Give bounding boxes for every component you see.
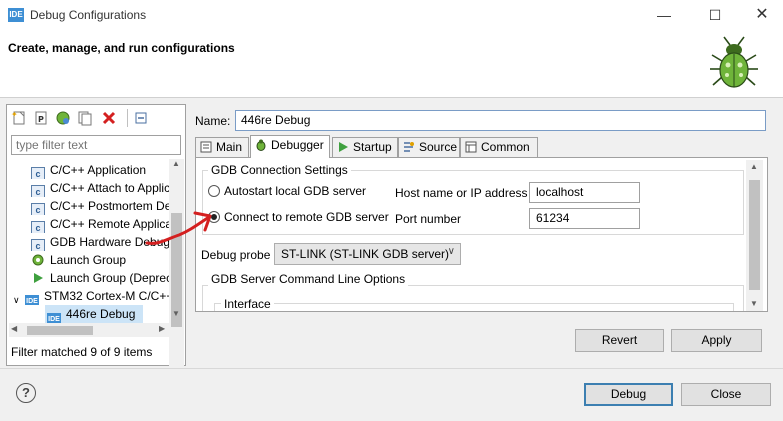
footer-divider (0, 368, 783, 369)
gdb-connection-legend: GDB Connection Settings (208, 163, 351, 177)
radio-icon[interactable] (208, 185, 220, 197)
duplicate-icon[interactable] (77, 110, 93, 126)
tree-horizontal-scrollbar[interactable]: ◀ ▶ (9, 323, 171, 337)
maximize-button[interactable]: ☐ (705, 6, 725, 24)
port-input[interactable]: 61234 (529, 208, 640, 229)
tree-item-launch-group-deprecated[interactable]: Launch Group (Deprecated) (31, 269, 169, 287)
toolbar-divider (127, 109, 128, 127)
header-banner: Create, manage, and run configurations (0, 31, 783, 98)
tab-main[interactable]: Main (195, 137, 249, 157)
chevron-down-icon[interactable]: ∨ (13, 293, 23, 305)
tree-item-cpp-application[interactable]: c C/C++ Application (31, 161, 169, 179)
debugger-tab-content: GDB Connection Settings Autostart local … (195, 157, 768, 312)
scroll-down-icon[interactable]: ▼ (750, 299, 758, 308)
bug-icon (255, 139, 267, 151)
debug-bug-icon (710, 36, 758, 88)
scroll-down-icon[interactable]: ▼ (172, 309, 180, 318)
help-icon[interactable]: ? (16, 383, 36, 403)
export-icon[interactable] (55, 110, 71, 126)
collapse-all-icon[interactable] (133, 110, 149, 126)
svg-text:P: P (38, 115, 44, 124)
scroll-left-icon[interactable]: ◀ (11, 324, 17, 333)
play-icon (337, 141, 349, 153)
config-name-input[interactable]: 446re Debug (235, 110, 766, 131)
c-icon: c (31, 221, 45, 233)
c-icon: c (31, 185, 45, 197)
debug-button[interactable]: Debug (584, 383, 673, 406)
new-config-icon[interactable]: ✦ (11, 110, 27, 126)
tab-source[interactable]: Source (398, 137, 460, 157)
svg-text:✦: ✦ (11, 110, 18, 119)
interface-group (214, 303, 734, 311)
scroll-up-icon[interactable]: ▲ (172, 159, 180, 168)
launch-group-deprecated-icon (31, 271, 45, 285)
launch-group-icon (31, 253, 45, 267)
ide-icon: IDE (25, 295, 39, 305)
gdb-connection-group (202, 170, 744, 235)
tab-common[interactable]: Common (460, 137, 538, 157)
tree-item-cpp-attach[interactable]: cC/C++ Attach to Application (31, 179, 169, 197)
c-icon: c (31, 167, 45, 179)
port-label: Port number (395, 212, 462, 226)
close-button[interactable]: Close (681, 383, 771, 406)
config-tree: c C/C++ Application c C/C++ Attach to Appl… (7, 159, 169, 421)
filter-status: Filter matched 9 of 9 items (11, 345, 153, 359)
source-icon (403, 141, 415, 153)
banner-heading: Create, manage, and run configurations (8, 41, 235, 55)
delete-icon[interactable] (101, 110, 117, 126)
tab-debugger[interactable]: Debugger (250, 135, 330, 158)
c-icon: c (31, 203, 45, 215)
scroll-right-icon[interactable]: ▶ (159, 324, 165, 333)
name-label: Name: (195, 114, 231, 128)
ide-icon: IDE (47, 313, 61, 323)
tab-content-scrollbar[interactable]: ▲ ▼ (746, 160, 763, 311)
title-bar: IDE Debug Configurations — ☐ ✕ (0, 0, 783, 31)
tree-vertical-scrollbar[interactable]: ▲ ▼ (169, 159, 184, 421)
new-prototype-icon[interactable]: P (33, 110, 49, 126)
tree-item-stm32[interactable]: ∨IDESTM32 Cortex-M C/C++ Application (13, 287, 169, 305)
close-window-button[interactable]: ✕ (752, 6, 772, 24)
app-icon: IDE (8, 8, 24, 22)
tab-startup[interactable]: Startup (332, 137, 398, 157)
hscroll-thumb[interactable] (27, 326, 93, 335)
debug-probe-select[interactable]: ST-LINK (ST-LINK GDB server) ∨ (274, 243, 461, 265)
remote-gdb-radio[interactable]: Connect to remote GDB server (208, 210, 389, 224)
filter-input[interactable] (11, 135, 181, 155)
host-input[interactable]: localhost (529, 182, 640, 203)
interface-legend: Interface (221, 297, 274, 311)
autostart-radio[interactable]: Autostart local GDB server (208, 184, 366, 198)
main-tab-icon (200, 141, 212, 153)
annotation-arrow-icon (145, 211, 212, 245)
tree-item-446re-debug[interactable]: IDE 446re Debug (45, 305, 143, 323)
c-icon: c (31, 239, 45, 251)
host-label: Host name or IP address (395, 186, 528, 200)
apply-button[interactable]: Apply (671, 329, 762, 352)
chevron-down-icon: ∨ (447, 246, 455, 257)
revert-button[interactable]: Revert (575, 329, 664, 352)
minimize-button[interactable]: — (654, 6, 674, 24)
scroll-thumb[interactable] (749, 180, 760, 290)
tree-item-launch-group[interactable]: Launch Group (31, 251, 169, 269)
debug-probe-label: Debug probe (201, 248, 271, 262)
window-title: Debug Configurations (30, 8, 147, 22)
common-icon (465, 141, 477, 153)
gdb-server-options-legend: GDB Server Command Line Options (208, 272, 409, 286)
scroll-up-icon[interactable]: ▲ (750, 162, 758, 171)
